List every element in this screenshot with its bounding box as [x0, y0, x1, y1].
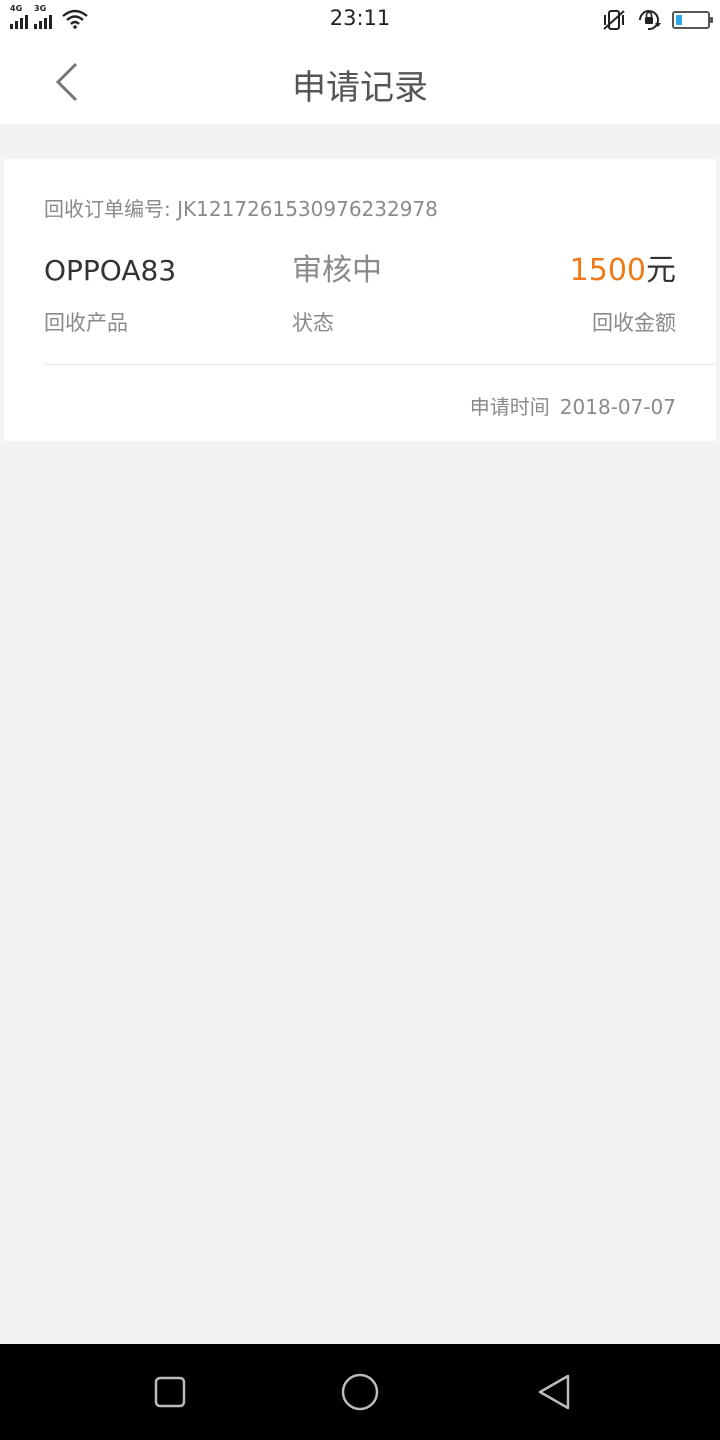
amount-column: 1500元 回收金额 [570, 253, 676, 337]
back-icon[interactable] [534, 1372, 574, 1412]
recent-apps-icon[interactable] [150, 1372, 190, 1412]
battery-icon [672, 11, 713, 29]
status-value: 审核中 [292, 253, 382, 288]
amount-label: 回收金额 [592, 311, 676, 335]
status-right [602, 8, 713, 32]
apply-time-value: 2018-07-07 [559, 395, 676, 419]
apply-time-label: 申请时间 [469, 395, 550, 419]
page-title: 申请记录 [292, 68, 428, 108]
amount-unit: 元 [646, 253, 676, 288]
order-number-label: 回收订单编号: [44, 197, 171, 221]
status-bar: 4G 3G 23:11 [0, 0, 720, 40]
amount-number: 1500 [569, 253, 646, 288]
product-value: OPPOA83 [44, 254, 177, 287]
order-number-value: JK1217261530976232978 [177, 197, 438, 221]
product-column: OPPOA83 回收产品 [44, 253, 176, 337]
status-label: 状态 [292, 311, 334, 335]
navigation-bar [0, 1344, 720, 1440]
apply-time: 申请时间 2018-07-07 [470, 391, 676, 420]
app-header: 申请记录 [0, 40, 720, 124]
home-icon[interactable] [340, 1372, 380, 1412]
amount-value: 1500元 [570, 253, 676, 289]
product-label: 回收产品 [44, 311, 128, 335]
status-column: 审核中 状态 [292, 253, 382, 337]
vibrate-icon [603, 10, 625, 30]
record-card[interactable]: 回收订单编号: JK1217261530976232978 OPPOA83 回收… [4, 159, 716, 441]
rotation-lock-icon [639, 10, 661, 31]
order-number-line: 回收订单编号: JK1217261530976232978 [44, 193, 438, 222]
battery-level [676, 15, 682, 25]
divider [44, 364, 716, 365]
